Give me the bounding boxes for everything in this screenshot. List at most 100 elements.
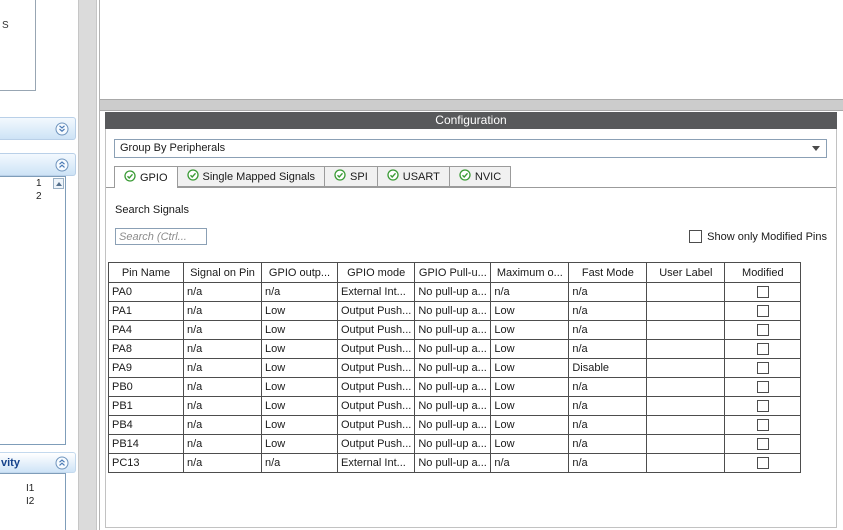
scrollbar-up-arrow-icon[interactable]: [53, 178, 64, 189]
table-cell[interactable]: n/a: [183, 377, 262, 397]
table-cell[interactable]: Low: [261, 339, 338, 359]
table-cell[interactable]: No pull-up a...: [414, 377, 492, 397]
table-cell[interactable]: Output Push...: [336, 396, 416, 416]
table-cell[interactable]: [646, 282, 726, 302]
modified-checkbox[interactable]: [756, 381, 769, 394]
table-cell[interactable]: PB4: [108, 415, 184, 435]
collapse-double-chevron-up-icon[interactable]: [55, 158, 69, 172]
modified-checkbox[interactable]: [756, 324, 769, 337]
table-cell[interactable]: Low: [261, 415, 338, 435]
table-cell[interactable]: No pull-up a...: [414, 320, 492, 340]
modified-checkbox[interactable]: [756, 343, 769, 356]
table-cell[interactable]: No pull-up a...: [414, 396, 492, 416]
table-cell[interactable]: Output Push...: [336, 358, 416, 378]
table-cell[interactable]: No pull-up a...: [414, 282, 492, 302]
table-cell[interactable]: PB1: [108, 396, 184, 416]
table-cell[interactable]: n/a: [183, 396, 262, 416]
modified-checkbox[interactable]: [756, 362, 769, 375]
table-cell[interactable]: Low: [261, 434, 338, 454]
table-cell[interactable]: n/a: [568, 282, 648, 302]
table-cell[interactable]: Low: [490, 358, 570, 378]
table-cell[interactable]: n/a: [568, 301, 648, 321]
table-cell[interactable]: n/a: [568, 434, 648, 454]
tab-nvic[interactable]: NVIC: [449, 166, 512, 187]
table-cell[interactable]: n/a: [183, 434, 262, 454]
table-cell[interactable]: n/a: [183, 358, 262, 378]
table-cell[interactable]: Low: [261, 377, 338, 397]
table-cell[interactable]: [646, 453, 726, 473]
search-input[interactable]: [115, 228, 207, 245]
table-cell[interactable]: n/a: [568, 377, 648, 397]
table-cell[interactable]: Output Push...: [336, 339, 416, 359]
table-cell[interactable]: No pull-up a...: [414, 415, 492, 435]
table-cell[interactable]: Output Push...: [336, 301, 416, 321]
table-cell[interactable]: PA4: [108, 320, 184, 340]
table-cell[interactable]: Low: [490, 396, 570, 416]
table-cell[interactable]: PC13: [108, 453, 184, 473]
table-cell[interactable]: [646, 377, 726, 397]
table-cell[interactable]: Low: [261, 396, 338, 416]
modified-checkbox[interactable]: [756, 400, 769, 413]
table-cell[interactable]: n/a: [568, 453, 648, 473]
modified-checkbox[interactable]: [756, 457, 769, 470]
tab-spi[interactable]: SPI: [325, 166, 378, 187]
expand-double-chevron-down-icon[interactable]: [55, 122, 69, 136]
table-cell[interactable]: n/a: [183, 339, 262, 359]
group-by-dropdown[interactable]: Group By Peripherals: [114, 139, 827, 158]
table-cell[interactable]: n/a: [183, 415, 262, 435]
table-cell[interactable]: No pull-up a...: [414, 434, 492, 454]
table-cell[interactable]: Low: [490, 415, 570, 435]
vertical-scrollbar-track[interactable]: [78, 0, 97, 530]
table-cell[interactable]: [646, 396, 726, 416]
table-cell[interactable]: Low: [490, 339, 570, 359]
table-cell[interactable]: PB0: [108, 377, 184, 397]
table-cell[interactable]: Low: [490, 434, 570, 454]
table-cell[interactable]: PA1: [108, 301, 184, 321]
table-cell[interactable]: [646, 415, 726, 435]
table-cell[interactable]: n/a: [490, 453, 570, 473]
table-cell[interactable]: PA0: [108, 282, 184, 302]
table-cell[interactable]: Output Push...: [336, 434, 416, 454]
table-cell[interactable]: [646, 339, 726, 359]
table-cell[interactable]: Low: [261, 358, 338, 378]
table-cell[interactable]: [646, 301, 726, 321]
modified-checkbox[interactable]: [756, 419, 769, 432]
show-modified-checkbox[interactable]: [689, 230, 703, 243]
table-cell[interactable]: Output Push...: [336, 415, 416, 435]
table-cell[interactable]: No pull-up a...: [414, 339, 492, 359]
table-cell[interactable]: n/a: [568, 339, 648, 359]
table-cell[interactable]: n/a: [183, 282, 262, 302]
table-cell[interactable]: [646, 434, 726, 454]
table-cell[interactable]: [646, 320, 726, 340]
table-cell[interactable]: [646, 358, 726, 378]
table-cell[interactable]: Low: [261, 320, 338, 340]
collapse-double-chevron-up-icon[interactable]: [55, 456, 69, 470]
table-cell[interactable]: Output Push...: [336, 377, 416, 397]
table-cell[interactable]: PA8: [108, 339, 184, 359]
sidebar-collapsed-panel-1[interactable]: [0, 117, 76, 140]
table-cell[interactable]: PB14: [108, 434, 184, 454]
table-cell[interactable]: Low: [490, 320, 570, 340]
sidebar-category-connectivity[interactable]: vity: [0, 452, 76, 473]
horizontal-scrollbar-track[interactable]: [100, 99, 843, 111]
table-cell[interactable]: Low: [261, 301, 338, 321]
sidebar-collapsed-panel-2[interactable]: [0, 153, 76, 176]
table-cell[interactable]: External Int...: [336, 282, 416, 302]
table-cell[interactable]: n/a: [183, 320, 262, 340]
table-cell[interactable]: No pull-up a...: [414, 358, 492, 378]
table-cell[interactable]: n/a: [568, 320, 648, 340]
table-cell[interactable]: n/a: [261, 453, 338, 473]
modified-checkbox[interactable]: [756, 305, 769, 318]
table-cell[interactable]: Disable: [568, 358, 648, 378]
table-cell[interactable]: Low: [490, 377, 570, 397]
tab-gpio[interactable]: GPIO: [114, 166, 178, 188]
table-cell[interactable]: No pull-up a...: [414, 453, 492, 473]
table-cell[interactable]: Output Push...: [336, 320, 416, 340]
modified-checkbox[interactable]: [756, 286, 769, 299]
table-cell[interactable]: PA9: [108, 358, 184, 378]
table-cell[interactable]: Low: [490, 301, 570, 321]
table-cell[interactable]: n/a: [183, 453, 262, 473]
table-cell[interactable]: n/a: [568, 415, 648, 435]
tab-usart[interactable]: USART: [377, 166, 450, 187]
sidebar-list-item[interactable]: I1: [0, 482, 65, 495]
